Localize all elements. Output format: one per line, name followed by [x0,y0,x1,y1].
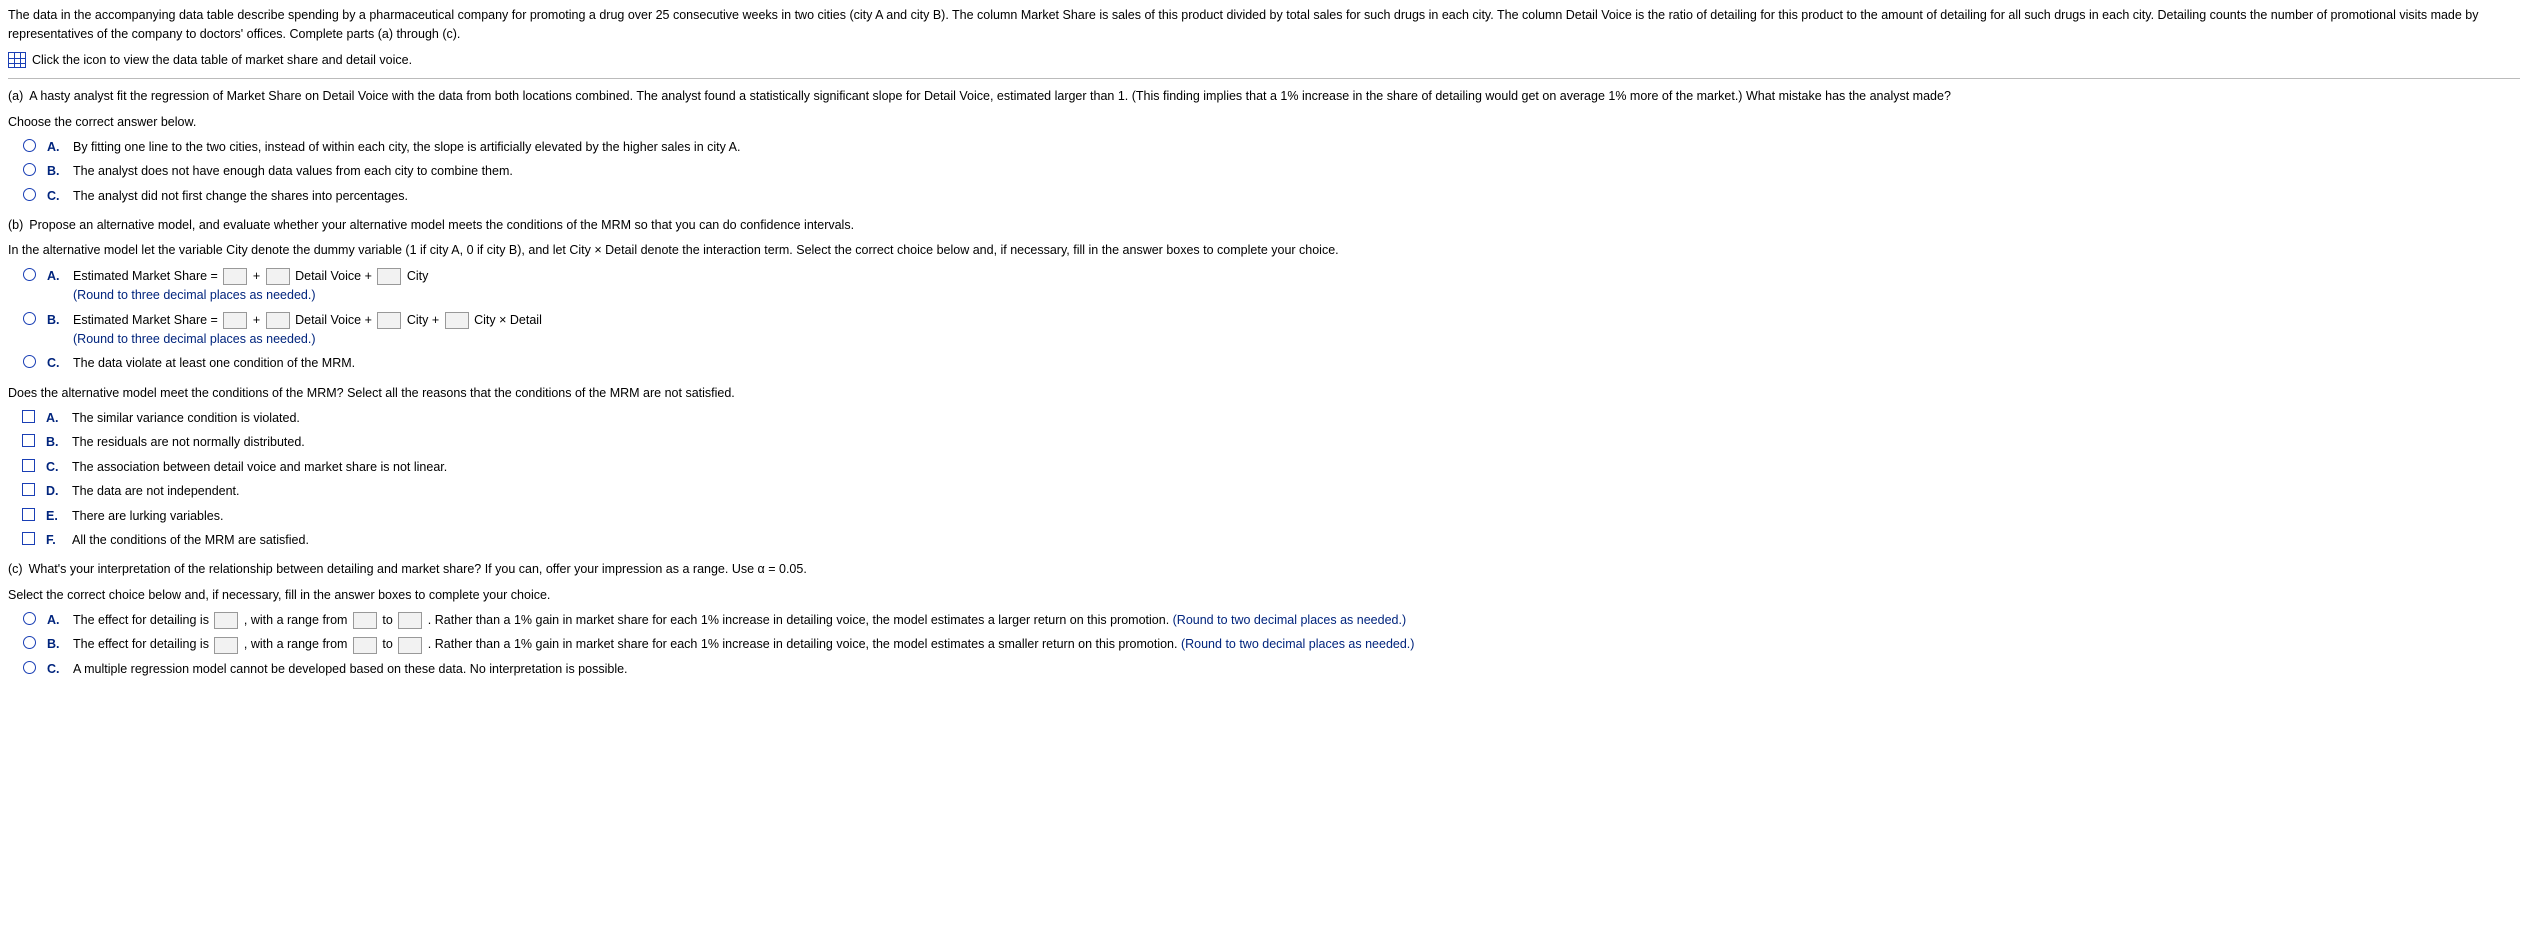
eq-text: , with a range from [244,637,351,651]
answer-box[interactable] [377,268,401,285]
check-mrm-B[interactable] [22,434,35,447]
part-b-prompt: In the alternative model let the variabl… [8,241,2520,260]
answer-box[interactable] [223,268,247,285]
choice-text: The data are not independent. [72,482,2520,501]
part-c-choices: A. The effect for detailing is , with a … [8,611,2520,679]
eq-text: + [253,269,264,283]
eq-text: The effect for detailing is [73,613,212,627]
choice-letter: A. [47,267,65,286]
choice-text: By fitting one line to the two cities, i… [73,138,2520,157]
choice-text: The analyst does not have enough data va… [73,162,2520,181]
eq-text: to [382,637,396,651]
answer-box[interactable] [214,612,238,629]
choice-letter: C. [47,354,65,373]
radio-b-B[interactable] [23,312,36,325]
choice-letter: A. [47,138,65,157]
choice-letter: B. [47,162,65,181]
radio-c-A[interactable] [23,612,36,625]
round-note: (Round to two decimal places as needed.) [1181,637,1414,651]
divider [8,78,2520,79]
eq-text: City [407,269,429,283]
check-mrm-D[interactable] [22,483,35,496]
eq-prefix: Estimated Market Share = [73,313,218,327]
eq-text: Detail Voice + [295,313,375,327]
eq-text: Detail Voice + [295,269,375,283]
answer-box[interactable] [398,612,422,629]
radio-b-A[interactable] [23,268,36,281]
choice-letter: B. [47,311,65,330]
part-a-label: (a) [8,87,23,106]
radio-c-B[interactable] [23,636,36,649]
radio-b-C[interactable] [23,355,36,368]
eq-text: + [253,313,264,327]
part-c-question: What's your interpretation of the relati… [29,560,807,579]
mrm-prompt: Does the alternative model meet the cond… [8,384,2520,403]
intro-text: The data in the accompanying data table … [8,8,2479,41]
radio-a-C[interactable] [23,188,36,201]
check-mrm-C[interactable] [22,459,35,472]
part-b-choices: A. Estimated Market Share = + Detail Voi… [8,267,2520,374]
check-mrm-F[interactable] [22,532,35,545]
eq-text: City + [407,313,443,327]
eq-text: . Rather than a 1% gain in market share … [428,613,1173,627]
eq-text: to [382,613,396,627]
answer-box[interactable] [266,312,290,329]
choice-text: The similar variance condition is violat… [72,409,2520,428]
radio-a-B[interactable] [23,163,36,176]
answer-box[interactable] [214,637,238,654]
choice-text: There are lurking variables. [72,507,2520,526]
answer-box[interactable] [377,312,401,329]
eq-text: . Rather than a 1% gain in market share … [428,637,1181,651]
answer-box[interactable] [266,268,290,285]
choice-letter: E. [46,507,64,526]
choice-letter: A. [47,611,65,630]
choice-letter: F. [46,531,64,550]
part-a-prompt: Choose the correct answer below. [8,113,2520,132]
answer-box[interactable] [398,637,422,654]
round-note: (Round to three decimal places as needed… [73,288,316,302]
choice-letter: C. [46,458,64,477]
radio-a-A[interactable] [23,139,36,152]
answer-box[interactable] [353,612,377,629]
part-b-label: (b) [8,216,23,235]
eq-text: , with a range from [244,613,351,627]
part-b-question: Propose an alternative model, and evalua… [29,216,854,235]
mrm-choices: A. The similar variance condition is vio… [8,409,2520,550]
answer-box[interactable] [353,637,377,654]
round-note: (Round to two decimal places as needed.) [1173,613,1406,627]
choice-letter: C. [47,660,65,679]
choice-letter: B. [47,635,65,654]
choice-text: A multiple regression model cannot be de… [73,660,2520,679]
choice-letter: B. [46,433,64,452]
icon-caption: Click the icon to view the data table of… [32,51,412,70]
part-a-choices: A. By fitting one line to the two cities… [8,138,2520,206]
data-table-icon[interactable] [8,52,26,68]
choice-text: The data violate at least one condition … [73,354,2520,373]
question-page: The data in the accompanying data table … [0,0,2528,709]
part-c-label: (c) [8,560,23,579]
eq-text: City × Detail [474,313,542,327]
choice-letter: D. [46,482,64,501]
eq-text: The effect for detailing is [73,637,212,651]
radio-c-C[interactable] [23,661,36,674]
choice-text: The association between detail voice and… [72,458,2520,477]
eq-prefix: Estimated Market Share = [73,269,218,283]
choice-letter: A. [46,409,64,428]
choice-text: The analyst did not first change the sha… [73,187,2520,206]
round-note: (Round to three decimal places as needed… [73,332,316,346]
choice-text: The residuals are not normally distribut… [72,433,2520,452]
part-a-question: A hasty analyst fit the regression of Ma… [29,87,1951,106]
answer-box[interactable] [445,312,469,329]
check-mrm-E[interactable] [22,508,35,521]
part-c-prompt: Select the correct choice below and, if … [8,586,2520,605]
check-mrm-A[interactable] [22,410,35,423]
problem-intro: The data in the accompanying data table … [8,6,2520,45]
choice-letter: C. [47,187,65,206]
answer-box[interactable] [223,312,247,329]
choice-text: All the conditions of the MRM are satisf… [72,531,2520,550]
